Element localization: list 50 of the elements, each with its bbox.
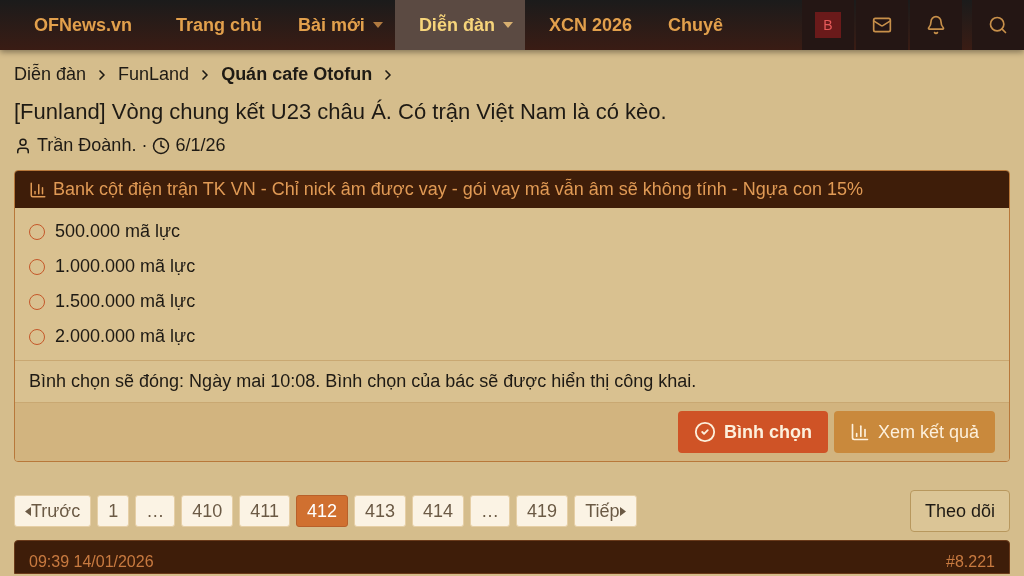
page-button[interactable]: 413	[354, 495, 407, 527]
page-button[interactable]: 410	[181, 495, 234, 527]
nav-tab[interactable]: XCN 2026	[524, 0, 644, 50]
poll-option-label[interactable]: 500.000 mã lực	[55, 221, 181, 242]
site-logo[interactable]: OFNews.vn	[0, 0, 153, 50]
page-button[interactable]: 414	[412, 495, 465, 527]
caret-icon	[502, 22, 513, 28]
bar-chart-icon	[29, 180, 47, 199]
account-button[interactable]: B	[802, 0, 854, 50]
page-button[interactable]: 1	[97, 495, 130, 527]
page-button[interactable]: …	[470, 495, 511, 527]
alerts-button[interactable]	[910, 0, 962, 50]
search-icon	[988, 15, 1008, 35]
breadcrumb-link[interactable]: FunLand	[118, 64, 190, 85]
breadcrumb-link[interactable]: Quán cafe Otofun	[221, 64, 373, 85]
clock-icon	[152, 136, 171, 155]
nav-tab[interactable]: Chuyê	[643, 0, 735, 50]
poll-option-label[interactable]: 1.500.000 mã lực	[55, 291, 196, 312]
breadcrumb-link[interactable]: Diễn đàn	[14, 64, 87, 85]
nav-tab[interactable]: Bài mới	[274, 0, 395, 50]
author-name[interactable]: Trần Đoành.	[37, 135, 137, 156]
inbox-button[interactable]	[856, 0, 908, 50]
post-number[interactable]: #8.221	[946, 553, 995, 571]
search-button[interactable]	[972, 0, 1024, 50]
page-button[interactable]: …	[135, 495, 176, 527]
user-icon	[14, 136, 32, 155]
post-date[interactable]: 6/1/26	[175, 135, 226, 156]
avatar: B	[815, 12, 841, 38]
separator: ·	[141, 135, 148, 156]
post-time[interactable]: 09:39 14/01/2026	[29, 553, 154, 571]
check-icon	[693, 421, 716, 443]
previous-page-button[interactable]: Trước	[14, 495, 92, 527]
nav-tab[interactable]: Trang chủ	[152, 0, 275, 50]
poll-title: Bank cột điện trận TK VN - Chỉ nick âm được vay - gói vay mã vẫn âm sẽ không tính - Ngựa con 15%	[53, 179, 863, 200]
page-button[interactable]: 419	[516, 495, 569, 527]
right-triangle-icon	[619, 506, 626, 516]
thread-title: [Funland] Vòng chung kết U23 châu Á. Có trận Việt Nam là có kèo.	[14, 99, 668, 125]
poll-option-label[interactable]: 1.000.000 mã lực	[55, 256, 196, 277]
poll-option-label[interactable]: 2.000.000 mã lực	[55, 326, 196, 347]
caret-icon	[372, 22, 383, 28]
vote-button[interactable]: Bình chọn	[677, 411, 828, 453]
bar-chart-icon	[849, 422, 870, 442]
page-button[interactable]: 412	[295, 495, 348, 527]
next-page-button[interactable]: Tiếp	[574, 495, 637, 527]
page-button[interactable]: 411	[239, 495, 290, 527]
left-triangle-icon	[25, 506, 31, 516]
mail-icon	[872, 15, 892, 35]
nav-tab[interactable]: Diễn đàn	[394, 0, 525, 50]
bell-icon	[926, 15, 946, 35]
watch-button[interactable]: Theo dõi	[909, 490, 1010, 532]
